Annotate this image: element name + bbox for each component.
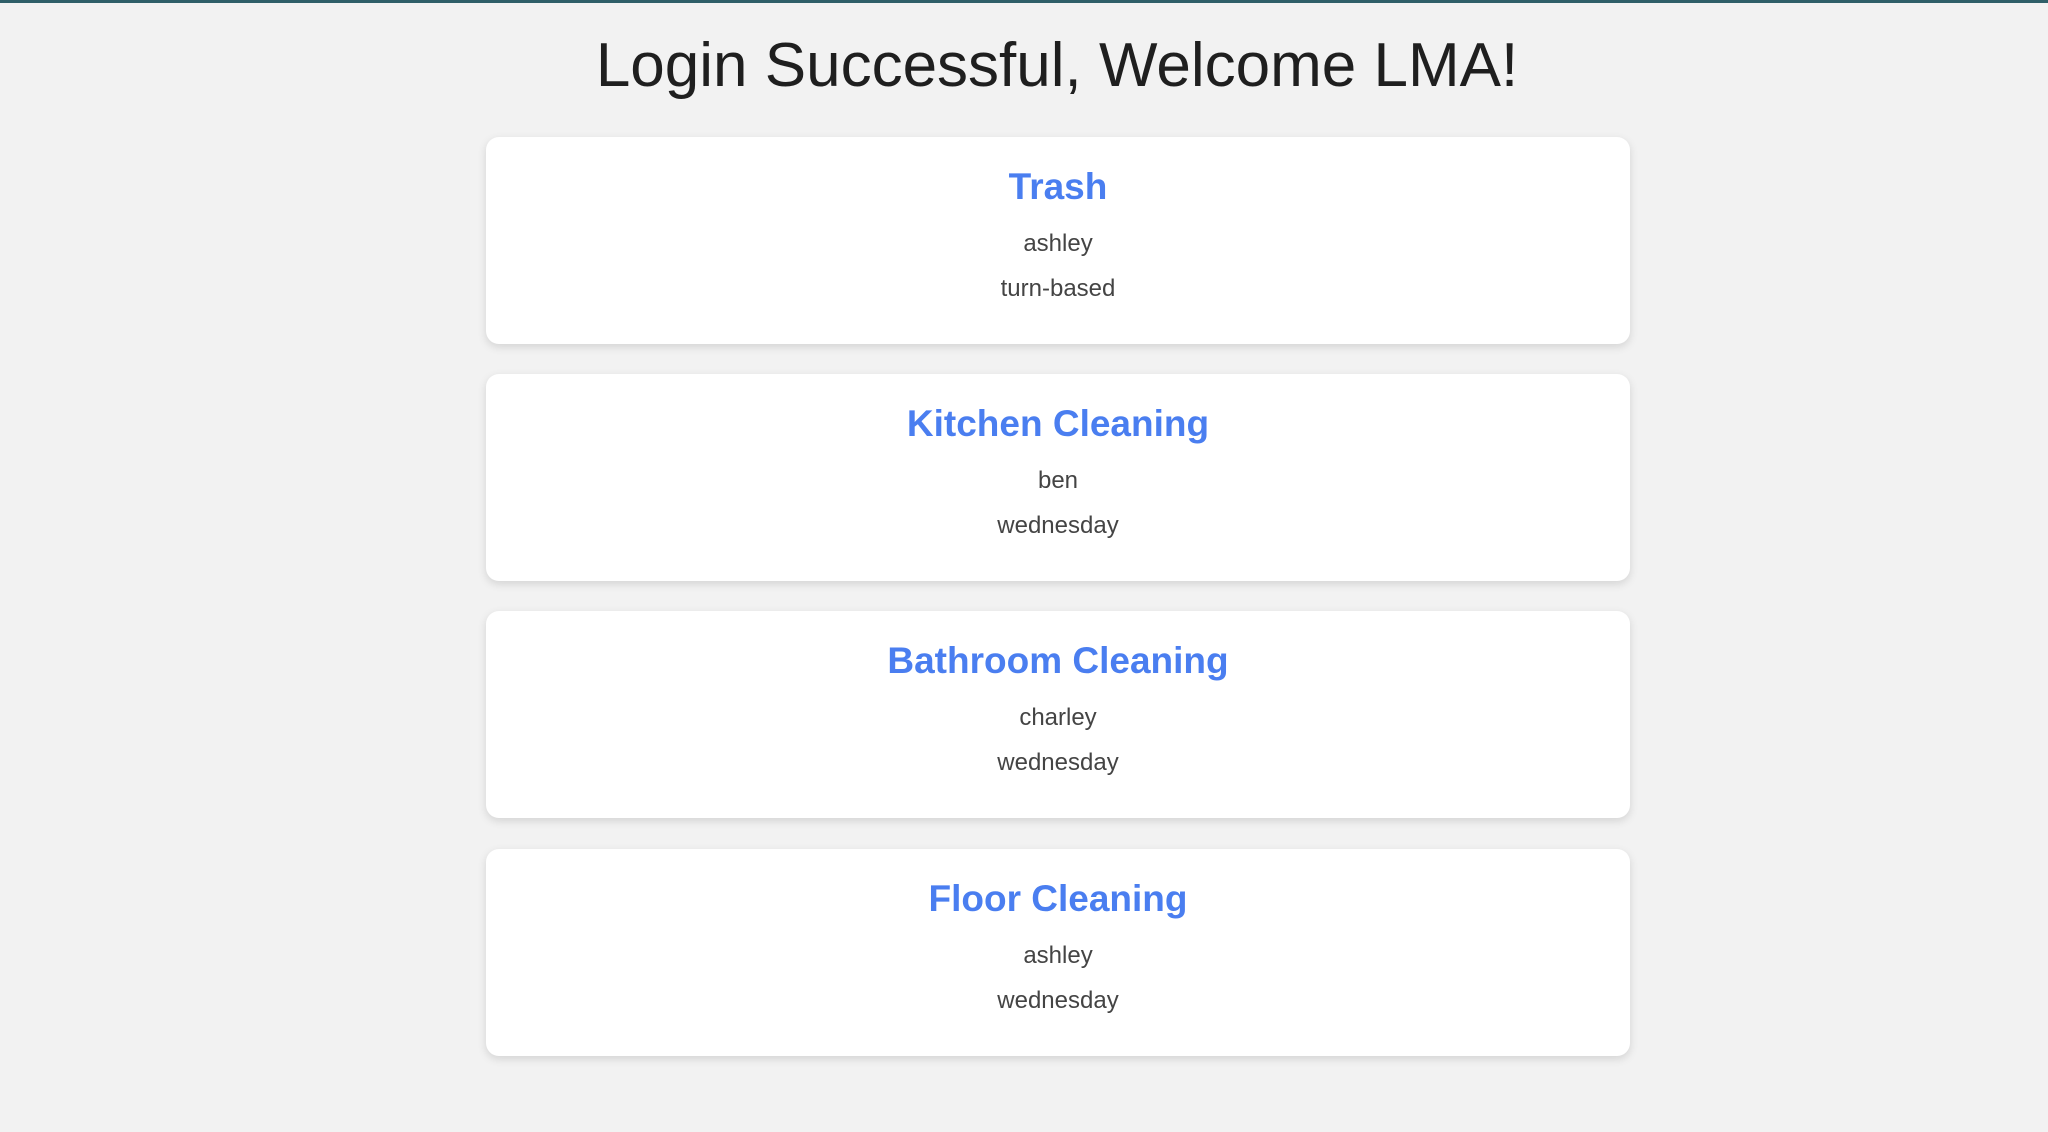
- chore-title: Bathroom Cleaning: [887, 640, 1229, 681]
- chore-assignee: ben: [1037, 467, 1079, 494]
- chore-card: Kitchen Cleaning ben wednesday: [486, 374, 1630, 581]
- chore-schedule: wednesday: [997, 987, 1119, 1014]
- page-title: Login Successful, Welcome LMA!: [595, 31, 1519, 100]
- chore-title: Kitchen Cleaning: [906, 403, 1210, 444]
- chore-card: Trash ashley turn-based: [486, 137, 1630, 344]
- top-accent-bar: [0, 0, 2048, 3]
- chore-schedule: wednesday: [997, 512, 1119, 539]
- chore-title: Floor Cleaning: [928, 878, 1188, 919]
- chore-title: Trash: [1008, 166, 1108, 207]
- chore-card: Floor Cleaning ashley wednesday: [486, 849, 1630, 1056]
- chore-assignee: ashley: [1023, 230, 1093, 257]
- chore-assignee: ashley: [1023, 942, 1093, 969]
- chore-schedule: turn-based: [1000, 275, 1116, 302]
- chore-card: Bathroom Cleaning charley wednesday: [486, 611, 1630, 818]
- chore-assignee: charley: [1019, 704, 1097, 731]
- chore-schedule: wednesday: [997, 749, 1119, 776]
